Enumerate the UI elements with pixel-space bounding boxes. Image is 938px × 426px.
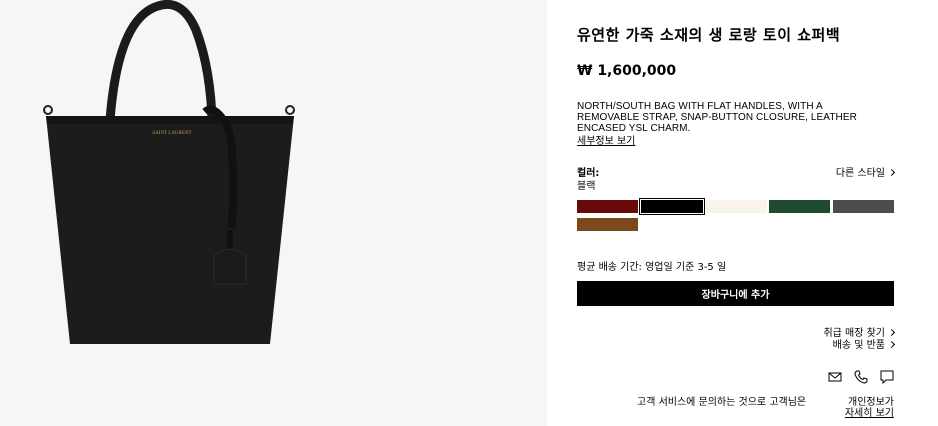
product-image-panel[interactable]: SAINT LAURENT xyxy=(0,0,547,426)
delivery-time: 평균 배송 기간: 영업일 기준 3-5 일 xyxy=(577,262,727,273)
phone-icon[interactable] xyxy=(854,369,868,384)
details-link[interactable]: 세부정보 보기 xyxy=(577,132,635,147)
swatch-dark-green[interactable] xyxy=(769,200,830,213)
other-styles-link[interactable]: 다른 스타일 xyxy=(835,164,896,179)
swatch-grey[interactable] xyxy=(833,200,894,213)
other-styles-label: 다른 스타일 xyxy=(835,168,885,179)
product-price: ₩ 1,600,000 xyxy=(577,63,677,79)
chat-icon[interactable] xyxy=(880,369,894,385)
logo-text: SAINT LAURENT xyxy=(152,131,191,136)
product-title: 유연한 가죽 소재의 생 로랑 토이 쇼퍼백 xyxy=(577,26,841,44)
chevron-right-icon xyxy=(887,328,896,337)
swatch-cream[interactable] xyxy=(706,200,767,213)
product-info-panel: 유연한 가죽 소재의 생 로랑 토이 쇼퍼백 ₩ 1,600,000 NORTH… xyxy=(577,0,896,426)
chevron-right-icon xyxy=(887,168,896,177)
chevron-right-icon xyxy=(887,340,896,349)
mail-icon[interactable] xyxy=(828,369,842,383)
shipping-returns-link[interactable]: 배송 및 반품 xyxy=(832,336,896,351)
swatch-brown[interactable] xyxy=(577,218,638,231)
privacy-more-link[interactable]: 자세히 보기 xyxy=(845,404,894,419)
contact-icons xyxy=(828,369,894,385)
product-image: SAINT LAURENT xyxy=(43,0,295,344)
color-value: 블랙 xyxy=(577,181,596,192)
add-to-cart-button[interactable]: 장바구니에 추가 xyxy=(577,281,894,306)
swatch-dark-red[interactable] xyxy=(577,200,638,213)
shipping-returns-label: 배송 및 반품 xyxy=(832,340,885,351)
product-description: NORTH/SOUTH BAG WITH FLAT HANDLES, WITH … xyxy=(577,101,857,134)
customer-service-text: 고객 서비스에 문의하는 것으로 고객님은 xyxy=(637,397,807,408)
swatch-black[interactable] xyxy=(639,198,705,215)
